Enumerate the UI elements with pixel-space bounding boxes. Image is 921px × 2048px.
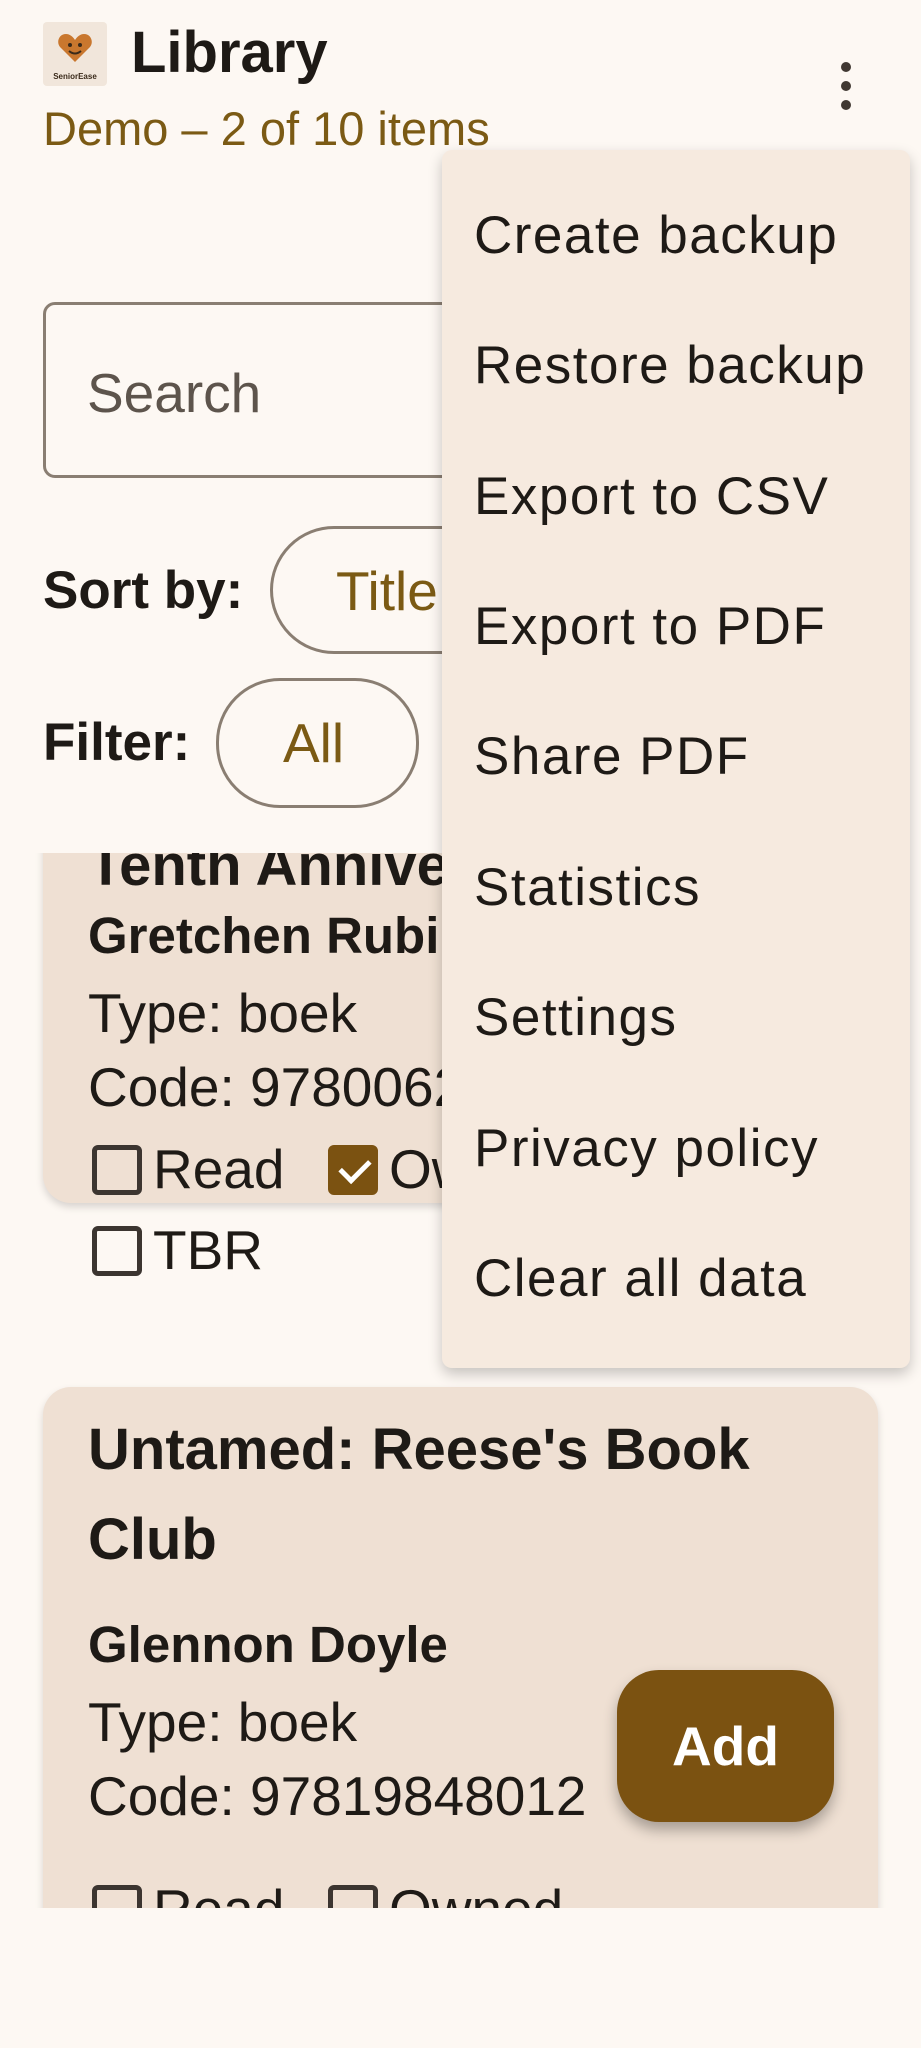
more-options-icon[interactable] xyxy=(826,58,866,114)
owned-checkbox[interactable] xyxy=(328,1145,378,1195)
filter-label: Filter: xyxy=(43,713,191,772)
top-app-bar: SeniorEase Library Demo – 2 of 10 items xyxy=(0,0,921,155)
read-checkbox-label: Read xyxy=(153,1877,284,1908)
card-author: Glennon Doyle xyxy=(88,1616,448,1673)
menu-item-settings[interactable]: Settings xyxy=(474,983,678,1053)
card-title-line-2: Club xyxy=(88,1507,217,1572)
overflow-menu: Create backup Restore backup Export to C… xyxy=(442,150,910,1368)
page-title: Library xyxy=(131,20,328,85)
item-count-subtitle: Demo – 2 of 10 items xyxy=(43,102,490,155)
app-logo: SeniorEase xyxy=(43,22,107,86)
filter-chip-label: All xyxy=(283,712,345,774)
card-type: Type: boek xyxy=(88,982,358,1044)
read-checkbox-label: Read xyxy=(153,1138,285,1200)
menu-item-share-pdf[interactable]: Share PDF xyxy=(474,722,750,792)
menu-item-clear-all-data[interactable]: Clear all data xyxy=(474,1244,807,1314)
heart-logo-icon xyxy=(58,34,92,62)
card-code: Code: 97800622 xyxy=(88,1056,495,1118)
tbr-checkbox-label: TBR xyxy=(153,1219,263,1281)
menu-item-privacy-policy[interactable]: Privacy policy xyxy=(474,1114,819,1184)
read-checkbox[interactable] xyxy=(92,1145,142,1195)
tbr-checkbox[interactable] xyxy=(92,1226,142,1276)
owned-checkbox[interactable] xyxy=(328,1885,378,1908)
menu-item-export-csv[interactable]: Export to CSV xyxy=(474,462,829,532)
owned-checkbox-label: Owned xyxy=(389,1877,563,1908)
menu-item-statistics[interactable]: Statistics xyxy=(474,853,701,923)
logo-text: SeniorEase xyxy=(53,72,97,81)
sort-chip-label: Title xyxy=(336,560,438,622)
menu-item-restore-backup[interactable]: Restore backup xyxy=(474,331,866,401)
card-type: Type: boek xyxy=(88,1691,358,1753)
list-item[interactable]: Untamed: Reese's Book Club Glennon Doyle… xyxy=(43,1387,878,1908)
card-author: Gretchen Rubin xyxy=(88,907,471,964)
filter-all-chip[interactable]: All xyxy=(216,678,419,808)
search-placeholder: Search xyxy=(87,362,262,424)
card-title-line-1: Untamed: Reese's Book xyxy=(88,1417,750,1482)
menu-item-export-pdf[interactable]: Export to PDF xyxy=(474,592,826,662)
sort-label: Sort by: xyxy=(43,561,244,620)
menu-item-create-backup[interactable]: Create backup xyxy=(474,201,838,271)
add-button[interactable]: Add xyxy=(617,1670,834,1822)
card-code: Code: 97819848012 xyxy=(88,1765,587,1827)
read-checkbox[interactable] xyxy=(92,1885,142,1908)
